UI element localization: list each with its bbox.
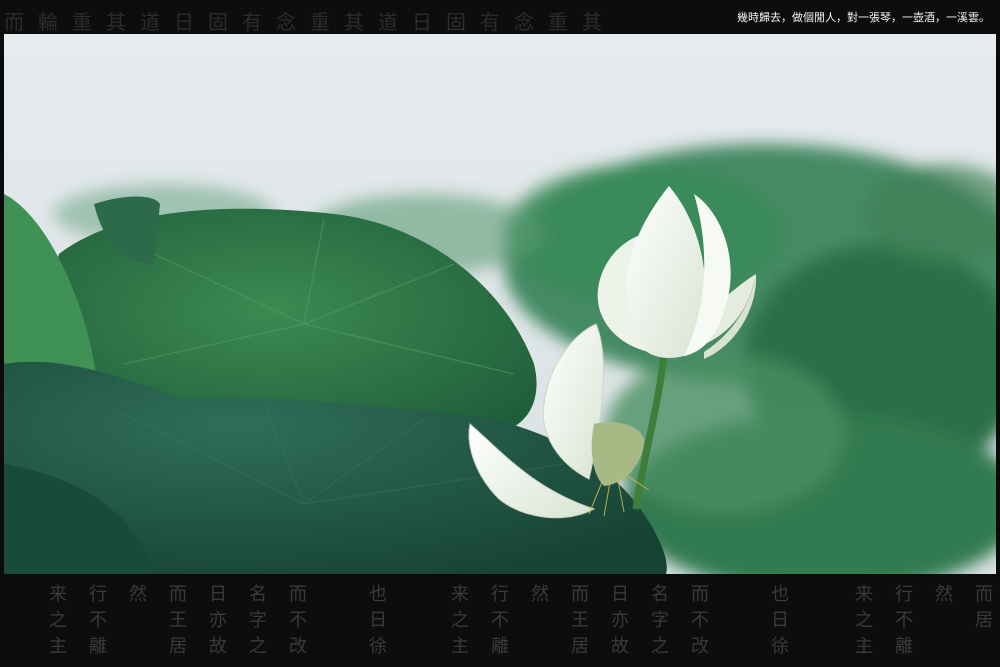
calligraphy-column: 行不離 <box>895 584 913 657</box>
photo-frame: 而輪重其道日固有念重其道日固有念重其 幾時歸去，做個閒人，對一張琴，一壺酒，一溪… <box>0 0 1000 667</box>
calligraphy-column: 然 <box>531 584 549 605</box>
bottom-calligraphy-band: 来之主 行不離 然 而王居 日亦故 名字之 而不改 也日徐 来之主 行不離 然 … <box>0 576 1000 667</box>
calligraphy-column: 然 <box>935 584 953 605</box>
poem-caption: 幾時歸去，做個閒人，對一張琴，一壺酒，一溪雲。 <box>737 11 990 24</box>
calligraphy-column: 名字之 <box>249 584 267 657</box>
calligraphy-column: 行不離 <box>491 584 509 657</box>
top-band-glyphs: 而輪重其道日固有念重其道日固有念重其 <box>4 10 616 34</box>
calligraphy-column: 也日徐 <box>771 584 789 657</box>
calligraphy-column: 名字之 <box>651 584 669 657</box>
calligraphy-column: 来之主 <box>451 584 469 657</box>
calligraphy-column: 而王居 <box>571 584 589 657</box>
calligraphy-column: 而不改 <box>691 584 709 657</box>
calligraphy-column: 而不改 <box>289 584 307 657</box>
calligraphy-column: 也日徐 <box>369 584 387 657</box>
calligraphy-column: 来之主 <box>855 584 873 657</box>
calligraphy-column: 而居 <box>975 584 993 631</box>
calligraphy-column: 而王居 <box>169 584 187 657</box>
lotus-illustration <box>4 34 996 574</box>
calligraphy-column: 日亦故 <box>209 584 227 657</box>
calligraphy-column: 然 <box>129 584 147 605</box>
top-calligraphy-band: 而輪重其道日固有念重其道日固有念重其 幾時歸去，做個閒人，對一張琴，一壺酒，一溪… <box>0 0 1000 34</box>
calligraphy-column: 来之主 <box>49 584 67 657</box>
lotus-photo <box>4 34 996 574</box>
calligraphy-column: 日亦故 <box>611 584 629 657</box>
calligraphy-column: 行不離 <box>89 584 107 657</box>
